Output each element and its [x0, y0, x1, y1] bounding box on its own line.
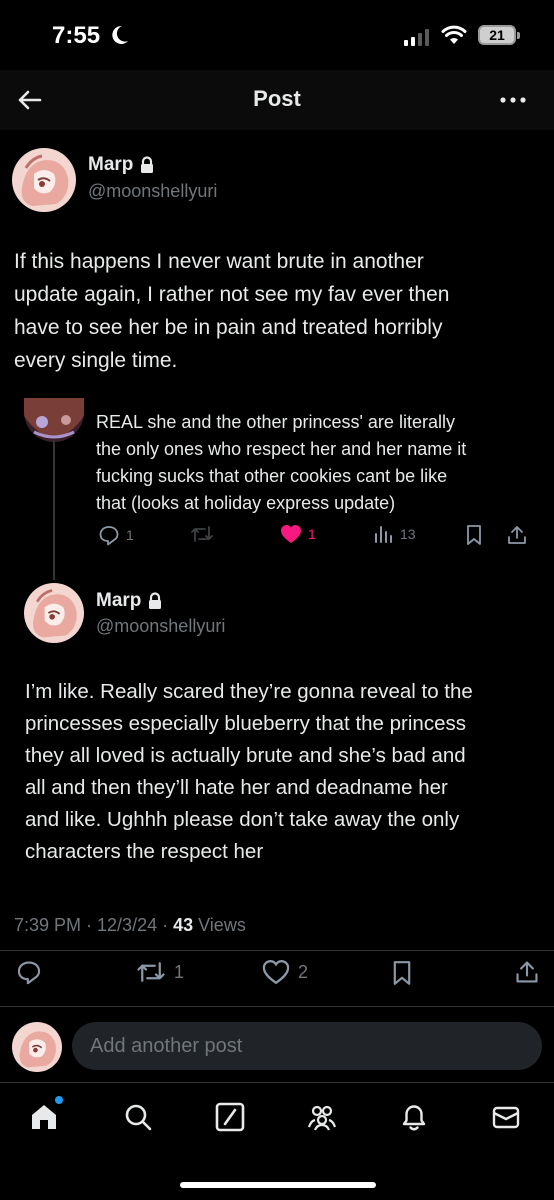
reply-avatar[interactable] — [24, 398, 84, 442]
reply-text-line: the only ones who respect her and her na… — [96, 439, 467, 459]
reply-input[interactable]: Add another post — [72, 1022, 542, 1070]
views-icon — [375, 526, 392, 543]
post-text: If this happens I never want brute in an… — [14, 245, 542, 377]
communities-icon[interactable] — [306, 1101, 338, 1133]
repost-icon — [137, 962, 165, 982]
display-name[interactable]: Marp — [96, 590, 141, 612]
divider — [0, 950, 554, 951]
reply-button[interactable]: 1 — [98, 524, 134, 546]
home-icon[interactable] — [28, 1101, 60, 1133]
search-icon[interactable] — [122, 1101, 154, 1133]
views-label: Views — [193, 915, 246, 935]
repost-button[interactable]: 1 — [136, 959, 184, 985]
post-text-line: every single time. — [14, 349, 178, 372]
grok-icon[interactable] — [214, 1101, 246, 1133]
reply-post-text: REAL she and the other princess' are lit… — [96, 409, 536, 517]
post-text-line: they all loved is actually brute and she… — [25, 744, 466, 767]
repost-button[interactable] — [190, 524, 214, 544]
unread-indicator — [55, 1096, 63, 1104]
lock-icon — [149, 592, 162, 609]
messages-icon[interactable] — [490, 1101, 522, 1133]
bookmark-icon[interactable] — [390, 959, 414, 987]
post-meta: 7:39 PM · 12/3/24 · 43 Views — [14, 915, 246, 936]
like-button[interactable]: 1 — [280, 524, 316, 544]
avatar[interactable] — [24, 583, 84, 643]
post-text-line: and like. Ughhh please don’t take away t… — [25, 808, 460, 831]
post-actions: 1 2 — [0, 955, 554, 999]
reply-text-line: that (looks at holiday express update) — [96, 493, 396, 513]
post-text-line: have to see her be in pain and treated h… — [14, 316, 443, 339]
home-indicator — [180, 1182, 376, 1188]
divider — [0, 1006, 554, 1007]
views-count: 43 — [173, 915, 194, 935]
like-icon — [281, 525, 301, 543]
handle[interactable]: @moonshellyuri — [88, 181, 217, 202]
notifications-icon[interactable] — [398, 1101, 430, 1133]
page-title: Post — [253, 86, 301, 111]
timestamp: 7:39 PM · 12/3/24 · — [14, 915, 174, 935]
reply-count: 1 — [126, 527, 134, 543]
like-count: 2 — [298, 961, 309, 982]
like-count: 1 — [308, 526, 316, 542]
nav-header: Post — [0, 70, 554, 130]
reply-button[interactable] — [16, 959, 42, 985]
like-button[interactable]: 2 — [262, 959, 308, 985]
reply-post-actions: 1 1 13 — [96, 524, 536, 552]
share-icon[interactable] — [514, 959, 540, 985]
lock-icon — [141, 156, 154, 173]
post-text: I’m like. Really scared they’re gonna re… — [25, 676, 550, 868]
post-text-line: princesses especially blueberry that the… — [25, 712, 466, 735]
display-name[interactable]: Marp — [88, 154, 133, 176]
reply-icon — [17, 961, 41, 985]
avatar[interactable] — [12, 1022, 62, 1072]
post-text-line: characters the respect her — [25, 840, 264, 863]
views-button[interactable]: 13 — [372, 524, 416, 544]
status-time: 7:55 — [52, 22, 101, 49]
bookmark-icon[interactable] — [464, 524, 484, 546]
repost-count: 1 — [174, 961, 185, 982]
post-text-line: If this happens I never want brute in an… — [14, 250, 424, 273]
more-icon[interactable] — [496, 88, 530, 112]
post-text-line: update again, I rather not see my fav ev… — [14, 283, 450, 306]
author-name-row[interactable]: Marp — [88, 154, 155, 176]
reply-text-line: fucking sucks that other cookies cant be… — [96, 466, 448, 486]
reply-composer: Add another post — [0, 1012, 554, 1080]
share-icon[interactable] — [506, 524, 528, 546]
reply-icon — [99, 526, 119, 546]
views-count: 13 — [400, 526, 416, 542]
wifi-icon — [441, 25, 467, 44]
battery-indicator: 21 — [478, 25, 520, 45]
signal-icon — [404, 28, 429, 46]
thread-line — [53, 440, 55, 580]
like-icon — [262, 960, 290, 985]
handle[interactable]: @moonshellyuri — [96, 616, 225, 637]
avatar[interactable] — [12, 148, 76, 212]
post-text-line: I’m like. Really scared they’re gonna re… — [25, 680, 473, 703]
repost-icon — [191, 526, 213, 542]
focus-moon-icon — [112, 25, 128, 44]
post-text-line: all and then they’ll hate her and deadna… — [25, 776, 448, 799]
status-bar: 7:55 21 — [0, 0, 554, 70]
reply-text-line: REAL she and the other princess' are lit… — [96, 412, 455, 432]
author-name-row[interactable]: Marp — [96, 590, 163, 612]
